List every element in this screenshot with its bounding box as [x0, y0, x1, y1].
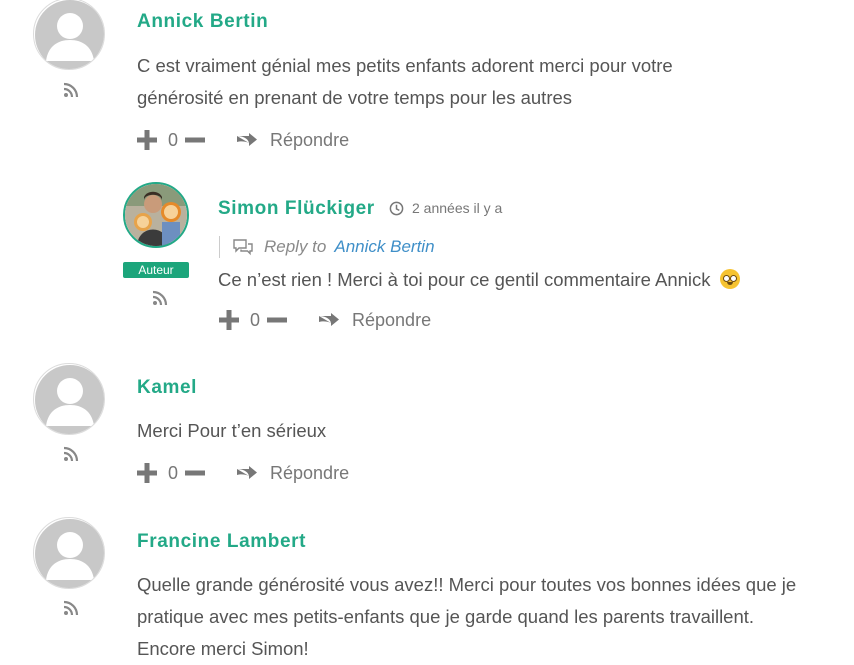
author-photo-icon	[125, 184, 187, 246]
comment-author[interactable]: Annick Bertin	[137, 11, 268, 33]
comment-timestamp[interactable]: 2 années il y a	[389, 200, 502, 216]
author-badge: Auteur	[123, 262, 189, 278]
reply-label: Répondre	[270, 129, 350, 150]
comment-text: Quelle grande générosité vous avez!! Mer…	[137, 574, 797, 659]
comment-actions: 0 Répondre	[136, 128, 349, 152]
reply-label: Répondre	[270, 462, 350, 483]
comment-text: Ce n’est rien ! Merci à toi pour ce gent…	[218, 269, 711, 290]
avatar[interactable]	[33, 0, 105, 70]
default-avatar-icon	[35, 365, 104, 434]
timestamp-text: 2 années il y a	[412, 200, 503, 216]
rss-icon[interactable]	[63, 446, 79, 462]
rss-icon[interactable]	[63, 600, 79, 616]
reply-to-author-link[interactable]: Annick Bertin	[334, 237, 434, 257]
reply-arrow-icon	[319, 313, 340, 326]
reply-arrow-icon	[237, 466, 258, 479]
comment-actions: 0 Répondre	[218, 308, 431, 332]
reply-button[interactable]: Répondre	[318, 310, 431, 331]
reply-button[interactable]: Répondre	[236, 463, 349, 484]
rss-icon[interactable]	[63, 82, 79, 98]
vote-count: 0	[250, 309, 261, 330]
comment-author[interactable]: Simon Flückiger	[218, 198, 375, 220]
default-avatar-icon	[35, 519, 104, 588]
clock-icon	[389, 201, 404, 215]
minus-icon[interactable]	[184, 129, 206, 151]
plus-icon[interactable]	[136, 129, 158, 151]
minus-icon[interactable]	[184, 462, 206, 484]
comment-text: C est vraiment génial mes petits enfants…	[137, 55, 673, 108]
avatar[interactable]	[33, 363, 105, 435]
rss-icon[interactable]	[152, 290, 168, 306]
comment-text-wrap: Ce n’est rien ! Merci à toi pour ce gent…	[218, 264, 818, 296]
vote-count: 0	[168, 462, 179, 483]
comment-author[interactable]: Kamel	[137, 377, 197, 399]
comment-author[interactable]: Francine Lambert	[137, 531, 306, 553]
comment-actions: 0 Répondre	[136, 461, 349, 485]
avatar[interactable]	[33, 517, 105, 589]
default-avatar-icon	[35, 0, 104, 69]
comments-icon	[233, 239, 253, 256]
reply-arrow-icon	[237, 133, 258, 146]
vote-count: 0	[168, 129, 179, 150]
reply-to: Reply to Annick Bertin	[219, 236, 435, 258]
comment-text: Merci Pour t’en sérieux	[137, 420, 327, 441]
flushed-smiley-icon	[719, 269, 740, 289]
reply-to-label: Reply to	[264, 237, 327, 256]
reply-label: Répondre	[352, 309, 432, 330]
author-avatar[interactable]	[123, 182, 189, 248]
reply-button[interactable]: Répondre	[236, 130, 349, 151]
minus-icon[interactable]	[266, 309, 288, 331]
plus-icon[interactable]	[136, 462, 158, 484]
plus-icon[interactable]	[218, 309, 240, 331]
